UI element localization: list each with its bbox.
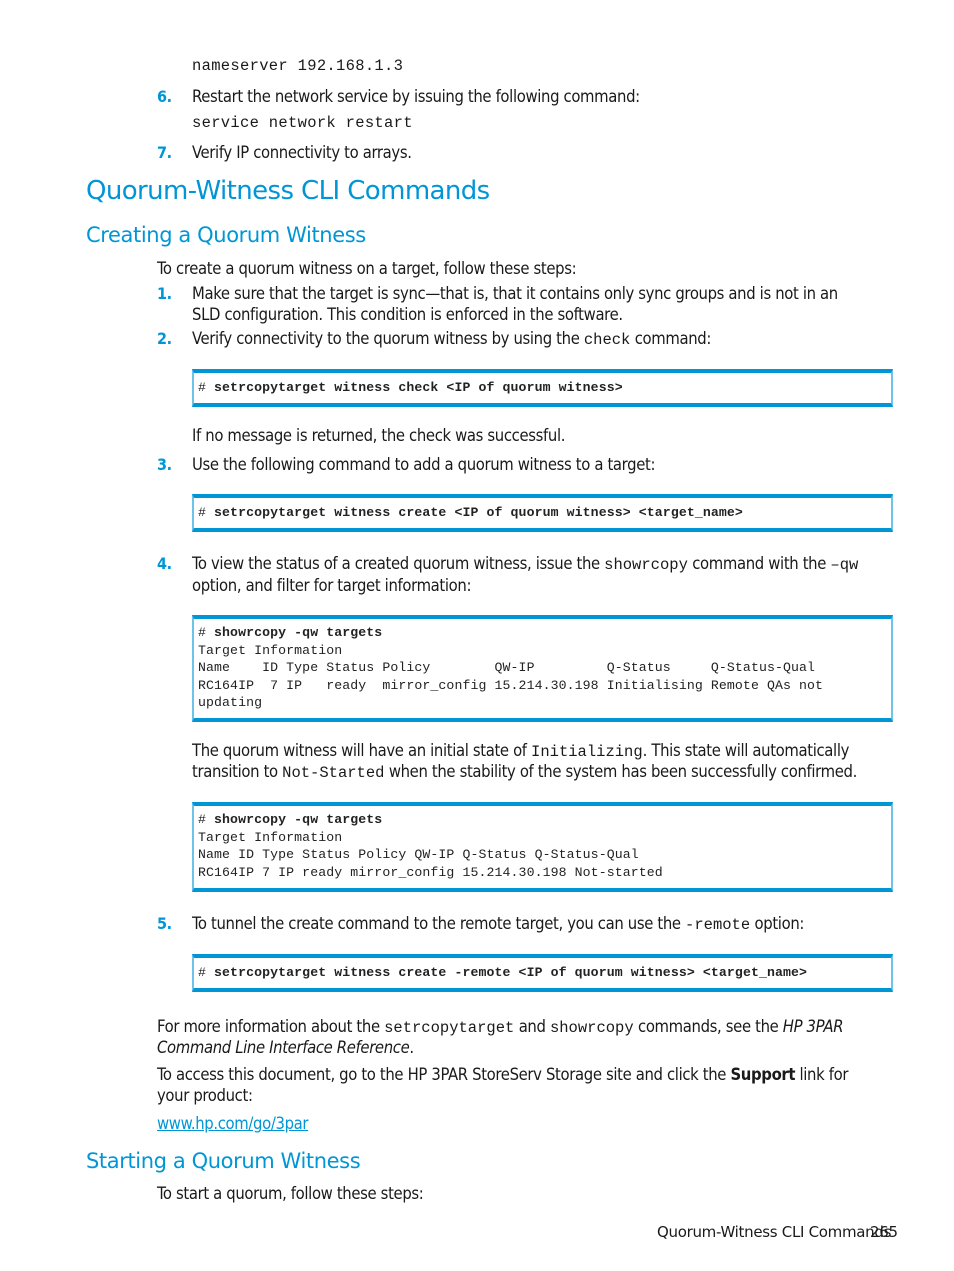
command: setrcopytarget witness check <IP of quor… — [214, 380, 623, 395]
code-output-line: RC164IP 7 IP ready mirror_config 15.214.… — [198, 677, 824, 693]
step-number: 6. — [157, 87, 172, 106]
command: showrcopy -qw targets — [214, 625, 383, 640]
state-para-line2: transition to Not-Started when the stabi… — [192, 761, 857, 784]
code-block-check: # setrcopytarget witness check <IP of qu… — [192, 369, 893, 407]
code-output-line: RC164IP 7 IP ready mirror_config 15.214.… — [198, 864, 663, 880]
check-result-text: If no message is returned, the check was… — [192, 426, 566, 445]
access-line2: your product: — [157, 1086, 253, 1105]
state-para-line1: The quorum witness will have an initial … — [192, 740, 849, 763]
text: command: — [630, 329, 712, 348]
step-6: 6. — [157, 86, 172, 107]
creating-intro: To create a quorum witness on a target, … — [157, 259, 577, 278]
code-service-restart: service network restart — [192, 114, 413, 132]
step-3: 3. — [157, 454, 172, 475]
footer-section-name: Quorum-Witness CLI Commands — [657, 1223, 892, 1241]
code-line: # setrcopytarget witness check <IP of qu… — [198, 379, 887, 397]
support-label: Support — [730, 1065, 796, 1084]
inline-code-setrcopytarget: setrcopytarget — [384, 1019, 515, 1037]
prompt: # — [198, 812, 215, 827]
step-number: 4. — [157, 554, 172, 573]
code-block-showrcopy-initialising: # showrcopy -qw targets Target Informati… — [192, 615, 893, 722]
prompt: # — [198, 505, 215, 520]
step-1: 1. — [157, 283, 172, 304]
more-info-line1: For more information about the setrcopyt… — [157, 1016, 844, 1039]
step-number: 7. — [157, 143, 172, 162]
step-number: 2. — [157, 329, 172, 348]
step-6-text: Restart the network service by issuing t… — [192, 87, 640, 106]
access-line1: To access this document, go to the HP 3P… — [157, 1064, 848, 1085]
text: To tunnel the create command to the remo… — [192, 914, 686, 933]
inline-code-check: check — [583, 331, 631, 349]
text: link for — [795, 1065, 849, 1084]
text: commands, see the — [633, 1017, 783, 1036]
inline-code-initializing: Initializing — [531, 743, 643, 761]
code-nameserver: nameserver 192.168.1.3 — [192, 57, 404, 75]
code-line: # setrcopytarget witness create <IP of q… — [198, 504, 887, 522]
inline-code-qw: –qw — [830, 556, 859, 574]
reference-title: Command Line Interface Reference — [157, 1038, 410, 1057]
step-number: 1. — [157, 284, 172, 303]
text: To view the status of a created quorum w… — [192, 554, 605, 573]
code-line: # setrcopytarget witness create -remote … — [198, 964, 887, 982]
step-2: 2. — [157, 328, 172, 349]
inline-code-showrcopy: showrcopy — [604, 556, 688, 574]
text: transition to — [192, 762, 283, 781]
hp-3par-link[interactable]: www.hp.com/go/3par — [157, 1113, 309, 1134]
page-number: 265 — [870, 1223, 898, 1241]
subsection-title-starting: Starting a Quorum Witness — [86, 1149, 361, 1173]
command: showrcopy -qw targets — [214, 812, 383, 827]
code-block-showrcopy-not-started: # showrcopy -qw targets Target Informati… — [192, 802, 893, 892]
code-output-line: updating — [198, 695, 263, 710]
step-4: 4. — [157, 553, 172, 574]
code-output-line: Name ID Type Status Policy QW-IP Q-Statu… — [198, 847, 639, 862]
text: The quorum witness will have an initial … — [192, 741, 532, 760]
inline-code-not-started: Not-Started — [282, 764, 385, 782]
text: option: — [750, 914, 805, 933]
text: For more information about the — [157, 1017, 385, 1036]
step-2-text: Verify connectivity to the quorum witnes… — [192, 328, 711, 351]
code-block-create-remote: # setrcopytarget witness create -remote … — [192, 954, 893, 992]
step-1-line1: Make sure that the target is sync—that i… — [192, 284, 838, 303]
subsection-title-creating: Creating a Quorum Witness — [86, 223, 366, 247]
inline-code-remote: -remote — [685, 916, 751, 934]
text: To access this document, go to the HP 3P… — [157, 1065, 731, 1084]
prompt: # — [198, 965, 215, 980]
section-title: Quorum-Witness CLI Commands — [86, 176, 490, 206]
step-5: 5. — [157, 913, 172, 934]
text: . This state will automatically — [642, 741, 850, 760]
starting-intro: To start a quorum, follow these steps: — [157, 1184, 424, 1203]
step-4-line2: option, and filter for target informatio… — [192, 576, 472, 595]
code-block-create: # setrcopytarget witness create <IP of q… — [192, 494, 893, 532]
code-output-line: Name ID Type Status Policy QW-IP Q-Statu… — [198, 660, 816, 675]
code-line: # showrcopy -qw targets — [198, 624, 887, 642]
text: when the stability of the system has bee… — [384, 762, 857, 781]
step-number: 5. — [157, 914, 172, 933]
text: and — [514, 1017, 550, 1036]
text: . — [409, 1038, 414, 1057]
text: Verify connectivity to the quorum witnes… — [192, 329, 584, 348]
step-7: 7. — [157, 142, 172, 163]
command: setrcopytarget witness create -remote <I… — [214, 965, 808, 980]
step-1-line2: SLD configuration. This condition is enf… — [192, 305, 623, 324]
text: command with the — [687, 554, 831, 573]
step-5-text: To tunnel the create command to the remo… — [192, 913, 804, 936]
reference-title: HP 3PAR — [782, 1017, 844, 1036]
inline-code-showrcopy: showrcopy — [549, 1019, 634, 1037]
step-number: 3. — [157, 455, 172, 474]
step-7-text: Verify IP connectivity to arrays. — [192, 143, 412, 162]
prompt: # — [198, 380, 215, 395]
prompt: # — [198, 625, 215, 640]
code-output-line: Target Information — [198, 642, 343, 658]
command: setrcopytarget witness create <IP of quo… — [214, 505, 743, 520]
step-3-text: Use the following command to add a quoru… — [192, 455, 656, 474]
code-line: # showrcopy -qw targets — [198, 811, 887, 829]
step-4-line1: To view the status of a created quorum w… — [192, 553, 858, 576]
code-output-line: Target Information — [198, 829, 343, 845]
more-info-line2: Command Line Interface Reference. — [157, 1037, 414, 1058]
